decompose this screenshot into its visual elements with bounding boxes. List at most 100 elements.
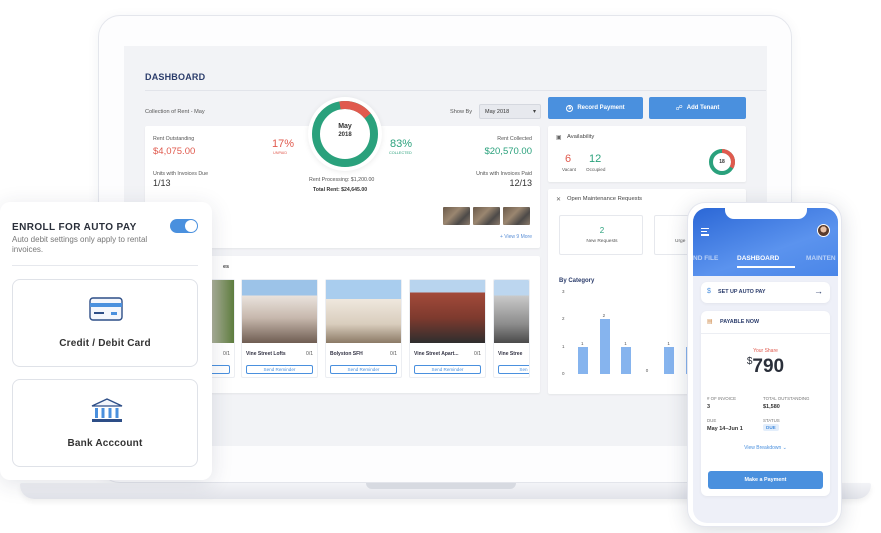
y-tick-label: 0 — [562, 371, 565, 376]
share-value: 790 — [752, 356, 785, 377]
avatar[interactable] — [817, 224, 830, 237]
property-card[interactable]: Bolyston SFH 0/1 Send Reminder — [325, 279, 402, 378]
occupied-value: 12 — [589, 153, 602, 165]
send-reminder-button[interactable]: Send Reminder — [246, 365, 313, 374]
property-thumbnail[interactable] — [473, 207, 500, 225]
phone-screen: ND FILE DASHBOARD MAINTEN $ SET UP AUTO … — [693, 208, 838, 523]
property-name: Vine Street Apart... — [414, 351, 459, 357]
urgent-requests-label: Urge — [675, 239, 686, 244]
property-count: 0/1 — [306, 351, 313, 357]
rent-donut-chart: May 2018 — [308, 97, 382, 171]
property-count: 0/1 — [474, 351, 481, 357]
share-amount: $790 — [701, 356, 830, 378]
new-requests-tile[interactable]: 2 New Requests — [559, 215, 643, 255]
property-card[interactable]: Vine Stree Sen — [493, 279, 530, 378]
availability-card: ▣ Availability 6 Vacant 12 Occupied 18 — [548, 126, 746, 182]
show-by-label: Show By — [450, 109, 473, 115]
chart-bar[interactable] — [578, 346, 588, 374]
unpaid-label: UNPAID — [273, 151, 288, 155]
bar-data-label: 2 — [602, 313, 606, 319]
bar-data-label: 1 — [667, 340, 670, 346]
property-name: Vine Stree — [498, 351, 523, 357]
marketing-composite: DASHBOARD Collection of Rent - May Show … — [0, 0, 881, 533]
y-tick-label: 1 — [562, 343, 565, 349]
chart-bar[interactable] — [599, 319, 610, 374]
status-badge: DUE — [763, 424, 779, 431]
invoice-count-label: # OF INVOICE — [707, 396, 737, 401]
payable-now-label: PAYABLE NOW — [720, 319, 760, 325]
rent-outstanding-value: $4,075.00 — [153, 146, 196, 157]
setup-autopay-label: SET UP AUTO PAY — [718, 289, 766, 295]
credit-card-option[interactable]: Credit / Debit Card — [12, 279, 198, 367]
property-card[interactable]: Vine Street Lofts 0/1 Send Reminder — [241, 279, 318, 378]
property-image — [410, 280, 485, 343]
chart-bar[interactable] — [664, 346, 675, 374]
autopay-divider — [12, 265, 198, 266]
units-paid-label: Units with Invoices Paid — [476, 171, 532, 177]
add-tenant-label: Add Tenant — [686, 105, 720, 111]
credit-card-label: Credit / Debit Card — [59, 338, 151, 349]
view-more-link[interactable]: + View 9 More — [500, 234, 532, 240]
y-tick-label: 2 — [562, 316, 565, 322]
collected-label: COLLECTED — [389, 151, 412, 155]
send-reminder-button[interactable]: Sen — [498, 365, 529, 374]
show-by-select[interactable]: May 2018 ▾ — [479, 104, 541, 119]
phone-frame: ND FILE DASHBOARD MAINTEN $ SET UP AUTO … — [687, 202, 842, 527]
autopay-panel: ENROLL FOR AUTO PAY Auto debit settings … — [0, 202, 212, 480]
chevron-down-icon: ⌄ — [782, 445, 787, 451]
total-outstanding-value: $1,580 — [763, 404, 780, 410]
phone-header: ND FILE DASHBOARD MAINTEN — [693, 208, 838, 276]
chart-bar[interactable] — [621, 346, 632, 374]
donut-year: 2018 — [338, 132, 352, 138]
new-requests-label: New Requests — [586, 239, 618, 244]
property-count: 0/1 — [390, 351, 397, 357]
record-payment-label: Record Payment — [577, 105, 625, 111]
bank-account-option[interactable]: Bank Acccount — [12, 379, 198, 467]
make-payment-button[interactable]: Make a Payment — [708, 471, 823, 489]
collected-percent: 83% — [390, 138, 413, 150]
chart-title: By Category — [559, 278, 595, 284]
property-thumbnails — [443, 207, 530, 225]
property-card[interactable]: Vine Street Apart... 0/1 Send Reminder — [409, 279, 486, 378]
donut-month: May — [338, 123, 352, 130]
availability-donut: 18 — [708, 148, 736, 176]
add-tenant-button[interactable]: ☍ Add Tenant — [649, 97, 746, 119]
your-share-label: Your Share — [753, 348, 778, 354]
maintenance-title: Open Maintenance Requests — [567, 196, 643, 202]
bank-account-label: Bank Acccount — [67, 438, 143, 449]
tab-file[interactable]: ND FILE — [693, 255, 718, 262]
autopay-toggle[interactable] — [170, 219, 198, 233]
availability-total: 18 — [719, 159, 725, 165]
bar-data-label: 1 — [581, 340, 584, 346]
credit-card-icon — [89, 297, 123, 321]
tab-dashboard[interactable]: DASHBOARD — [737, 255, 779, 262]
new-requests-value: 2 — [599, 226, 605, 235]
view-breakdown-link[interactable]: View Breakdown ⌄ — [701, 445, 830, 451]
building-icon: ▣ — [556, 135, 562, 141]
active-tab-indicator — [737, 266, 795, 268]
record-payment-button[interactable]: $ Record Payment — [548, 97, 643, 119]
menu-icon[interactable] — [701, 228, 709, 236]
arrow-right-icon: → — [814, 286, 823, 296]
property-image — [242, 280, 317, 343]
properties-header: es — [223, 264, 230, 270]
property-thumbnail[interactable] — [503, 207, 530, 225]
units-due-label: Units with Invoices Due — [153, 171, 209, 177]
add-user-icon: ☍ — [675, 105, 683, 112]
due-value: May 14–Jun 1 — [707, 426, 743, 432]
tab-maintenance[interactable]: MAINTEN — [806, 255, 836, 262]
send-reminder-button[interactable]: Send Reminder — [414, 365, 481, 374]
bank-icon — [91, 398, 123, 422]
total-outstanding-label: TOTAL OUTSTANDING — [763, 396, 810, 401]
status-label: STATUS — [763, 418, 780, 423]
vacant-value: 6 — [565, 153, 572, 165]
setup-autopay-row[interactable]: $ SET UP AUTO PAY → — [701, 282, 830, 303]
vacant-label: Vacant — [562, 167, 576, 172]
send-reminder-button[interactable]: Send Reminder — [330, 365, 397, 374]
y-tick-label: 3 — [562, 289, 565, 294]
units-paid-value: 12/13 — [509, 178, 532, 188]
invoice-count-value: 3 — [707, 404, 711, 410]
dollar-icon: $ — [707, 288, 711, 295]
property-thumbnail[interactable] — [443, 207, 470, 225]
show-by-value: May 2018 — [485, 109, 510, 115]
